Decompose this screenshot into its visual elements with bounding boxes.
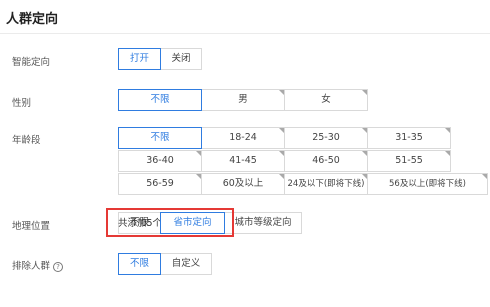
exclude-option-custom[interactable]: 自定义 [160, 253, 212, 275]
gender-option-unlimited[interactable]: 不限 [118, 89, 202, 111]
age-option-56-59[interactable]: 56-59 [118, 173, 202, 195]
smart-targeting-on-button[interactable]: 打开 [118, 48, 161, 70]
gender-option-male[interactable]: 男 [201, 89, 285, 111]
exclude-audience-label: 排除人群 [12, 261, 51, 272]
age-option-24-below-deprecated[interactable]: 24及以下(即将下线) [284, 173, 368, 195]
geo-label: 地理位置 [12, 221, 51, 232]
title-divider [0, 33, 490, 34]
age-option-56-above-deprecated[interactable]: 56及以上(即将下线) [367, 173, 488, 195]
smart-targeting-off-button[interactable]: 关闭 [160, 48, 202, 70]
page-title: 人群定向 [6, 12, 59, 27]
age-option-31-35[interactable]: 31-35 [367, 127, 451, 149]
age-option-46-50[interactable]: 46-50 [284, 150, 368, 172]
geo-option-province-city[interactable]: 省市定向 [160, 212, 225, 234]
exclude-option-unlimited[interactable]: 不限 [118, 253, 161, 275]
exclude-audience-label-row: 排除人群? [12, 258, 64, 272]
age-option-18-24[interactable]: 18-24 [201, 127, 285, 149]
age-option-36-40[interactable]: 36-40 [118, 150, 202, 172]
question-circle-icon[interactable]: ? [53, 262, 64, 272]
age-option-60-plus[interactable]: 60及以上 [201, 173, 285, 195]
gender-label: 性别 [12, 98, 32, 109]
geo-option-city-tier[interactable]: 城市等级定向 [224, 212, 302, 234]
age-option-unlimited[interactable]: 不限 [118, 127, 202, 149]
age-option-41-45[interactable]: 41-45 [201, 150, 285, 172]
age-label: 年龄段 [12, 135, 41, 146]
gender-option-female[interactable]: 女 [284, 89, 368, 111]
smart-targeting-label: 智能定向 [12, 57, 51, 68]
age-option-25-30[interactable]: 25-30 [284, 127, 368, 149]
age-option-51-55[interactable]: 51-55 [367, 150, 451, 172]
